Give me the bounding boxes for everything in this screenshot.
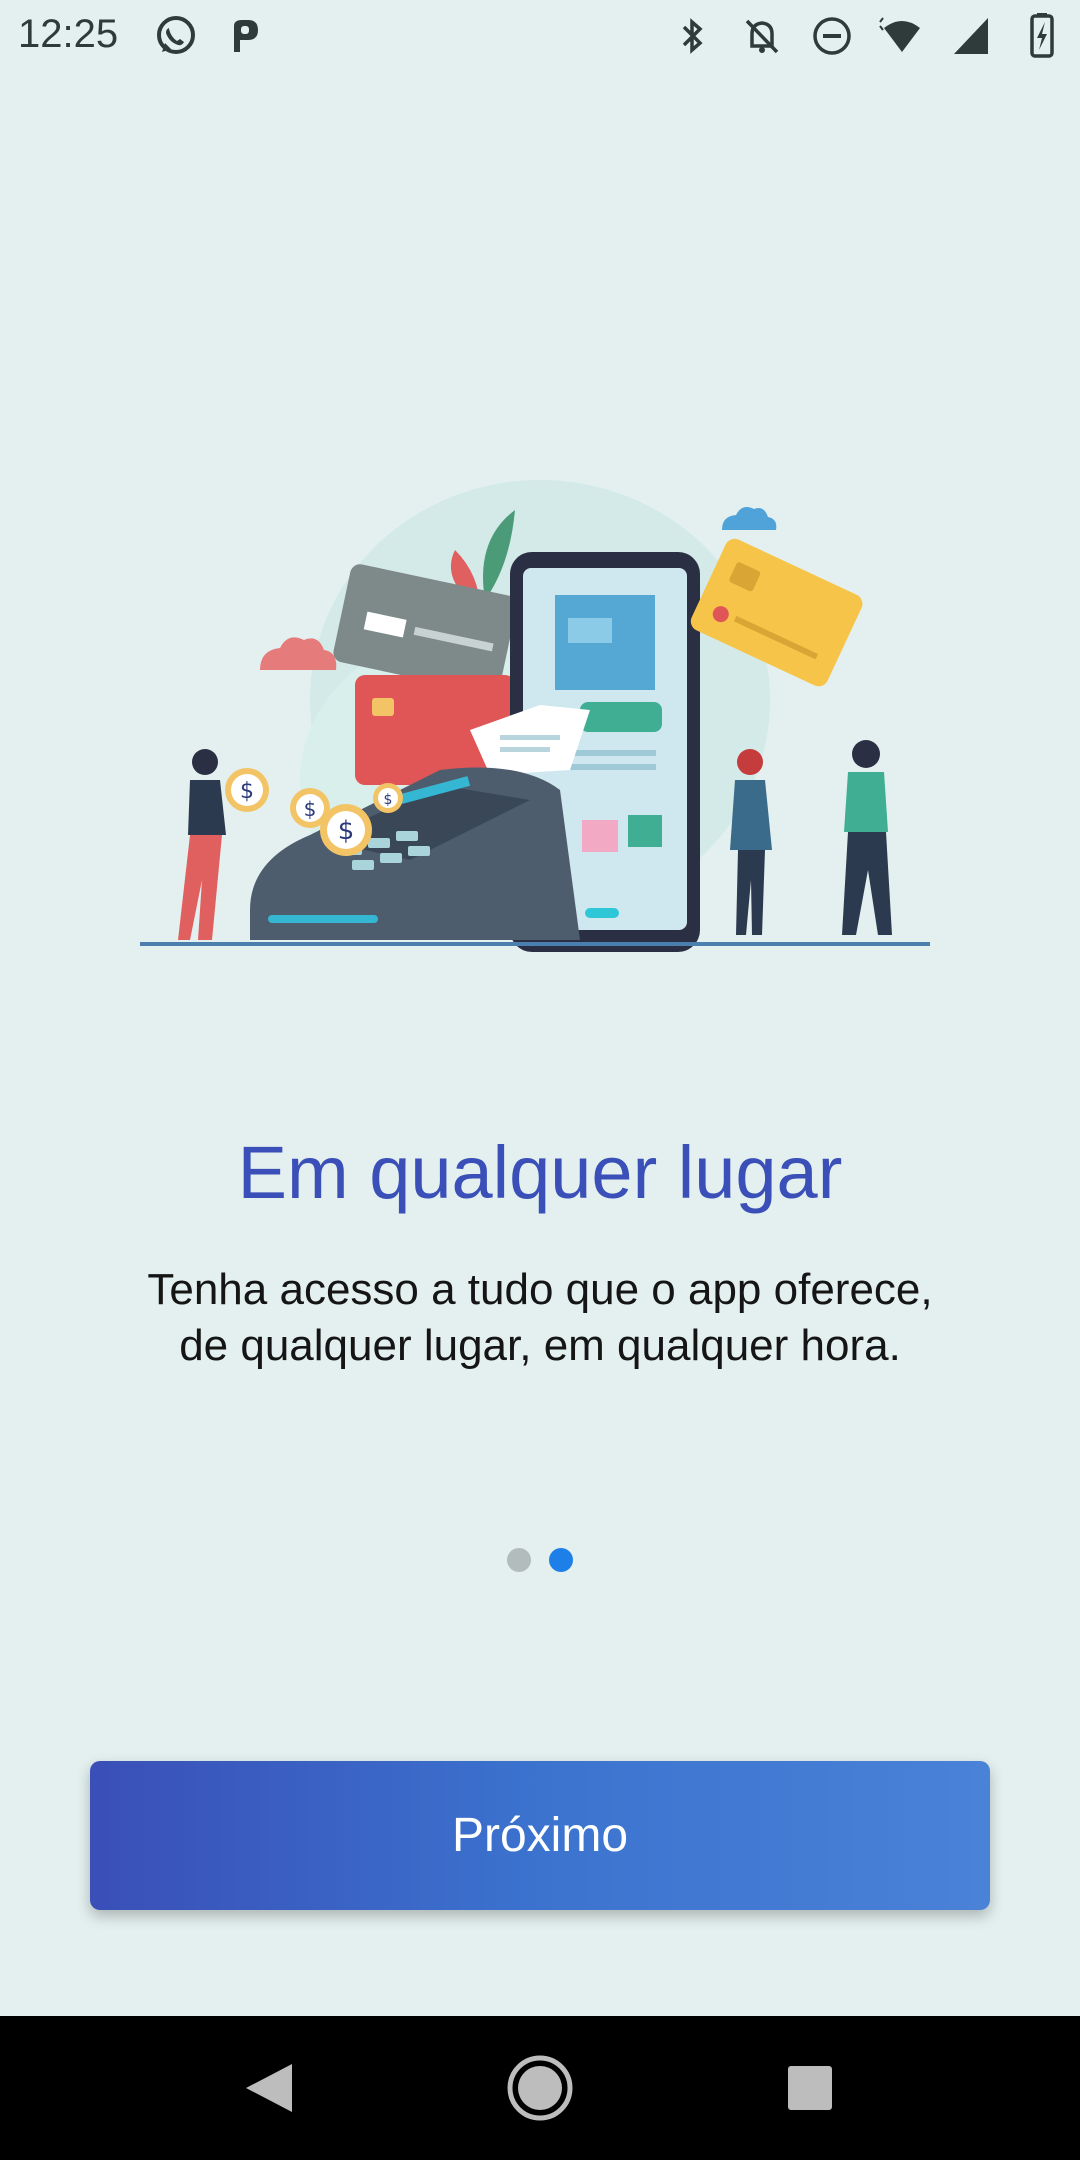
page-dot-1[interactable]	[507, 1548, 531, 1572]
home-icon[interactable]	[500, 2048, 580, 2128]
coin-icon: $	[225, 768, 269, 812]
wifi-icon	[879, 17, 920, 52]
onboarding-title: Em qualquer lugar	[237, 1131, 843, 1214]
payment-illustration: $ $ $ $	[140, 480, 930, 952]
coin-icon-3: $	[320, 804, 372, 856]
cell-signal-icon	[954, 18, 988, 54]
svg-text:$: $	[240, 779, 254, 804]
battery-charging-icon	[1030, 13, 1054, 58]
coin-icon-4: $	[373, 783, 403, 813]
svg-text:$: $	[384, 792, 393, 808]
person-with-coins	[178, 749, 226, 940]
bluetooth-icon	[682, 18, 703, 54]
parking-icon	[234, 20, 258, 52]
do-not-disturb-icon	[813, 17, 851, 55]
next-button[interactable]: Próximo	[90, 1761, 990, 1910]
page-indicator	[0, 1548, 1080, 1572]
recents-icon[interactable]	[770, 2048, 850, 2128]
back-icon[interactable]	[228, 2048, 308, 2128]
status-bar: 12:25	[0, 0, 1080, 72]
whatsapp-icon	[157, 16, 195, 54]
cloud-icon-small	[722, 507, 777, 530]
notifications-off-icon	[745, 19, 779, 54]
svg-text:$: $	[338, 816, 355, 846]
onboarding-subtitle: Tenha acesso a tudo que o app oferece, d…	[90, 1262, 990, 1374]
status-time: 12:25	[18, 12, 119, 56]
page-dot-2-active[interactable]	[549, 1548, 573, 1572]
navigation-bar	[0, 2016, 1080, 2160]
subtitle-line-2: de qualquer lugar, em qualquer hora.	[179, 1321, 901, 1370]
person-holding-card	[842, 740, 892, 935]
subtitle-line-1: Tenha acesso a tudo que o app oferece,	[147, 1265, 933, 1314]
svg-text:$: $	[304, 797, 317, 821]
